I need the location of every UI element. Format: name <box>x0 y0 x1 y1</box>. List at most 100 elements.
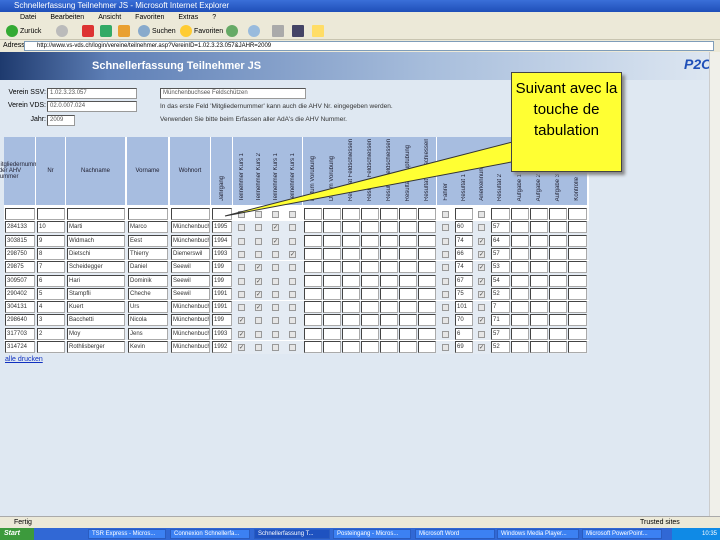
table-cell-input[interactable]: 52 <box>491 341 510 353</box>
table-cell-input[interactable]: 6 <box>455 327 473 340</box>
table-checkbox[interactable] <box>272 344 279 351</box>
table-checkbox[interactable] <box>478 224 485 232</box>
table-cell-input[interactable] <box>380 234 398 247</box>
table-cell-input[interactable] <box>418 314 436 327</box>
table-cell-input[interactable]: 284133 <box>5 221 35 234</box>
table-cell-input[interactable] <box>304 327 322 340</box>
table-cell-input[interactable] <box>549 208 567 220</box>
table-checkbox[interactable]: ✓ <box>238 330 245 338</box>
table-cell-input[interactable] <box>342 341 360 353</box>
table-cell-input[interactable] <box>530 301 548 314</box>
address-input[interactable]: http://www.vs-vds.ch/login/vereine/teiln… <box>24 41 714 51</box>
table-checkbox[interactable] <box>238 304 245 312</box>
table-checkbox[interactable]: ✓ <box>289 250 296 258</box>
table-cell-input[interactable] <box>304 314 322 327</box>
forward-button[interactable] <box>56 25 68 38</box>
table-cell-input[interactable]: 75 <box>455 287 473 300</box>
table-cell-input[interactable] <box>342 247 360 260</box>
table-cell-input[interactable] <box>568 327 587 340</box>
table-cell-input[interactable]: Moy <box>67 327 125 340</box>
table-cell-input[interactable] <box>568 314 587 327</box>
table-checkbox[interactable] <box>478 304 485 312</box>
menu-file[interactable]: Datei <box>20 14 36 21</box>
table-cell-input[interactable]: 7 <box>37 261 65 274</box>
table-cell-input[interactable] <box>361 208 379 220</box>
table-cell-input[interactable] <box>212 208 232 220</box>
table-cell-input[interactable]: Münchenbuchsee <box>171 221 210 234</box>
table-cell-input[interactable]: Marco <box>128 221 168 234</box>
table-cell-input[interactable] <box>323 274 341 287</box>
table-cell-input[interactable]: 1994 <box>212 234 232 247</box>
table-cell-input[interactable]: 317703 <box>5 327 35 340</box>
table-cell-input[interactable] <box>380 287 398 300</box>
table-cell-input[interactable]: 57 <box>491 221 510 234</box>
table-cell-input[interactable]: 101 <box>455 301 473 314</box>
menu-edit[interactable]: Bearbeiten <box>50 14 84 21</box>
table-cell-input[interactable] <box>568 247 587 260</box>
table-cell-input[interactable] <box>361 287 379 300</box>
table-cell-input[interactable] <box>380 301 398 314</box>
table-checkbox[interactable] <box>478 330 485 338</box>
menu-help[interactable]: ? <box>212 14 216 21</box>
table-cell-input[interactable]: Jens <box>128 327 168 340</box>
table-cell-input[interactable]: 1991 <box>212 301 232 314</box>
table-cell-input[interactable] <box>304 261 322 274</box>
edit-button[interactable] <box>292 25 304 38</box>
table-checkbox[interactable] <box>272 304 279 312</box>
table-cell-input[interactable]: Nicola <box>128 314 168 327</box>
table-cell-input[interactable] <box>530 327 548 340</box>
table-cell-input[interactable] <box>549 341 567 353</box>
home-button[interactable] <box>118 25 130 38</box>
table-cell-input[interactable] <box>549 234 567 247</box>
table-cell-input[interactable]: Münchenbuchsee <box>171 301 210 314</box>
table-cell-input[interactable] <box>380 274 398 287</box>
taskbar-item[interactable]: Connexion Schnellerfa... <box>170 529 250 539</box>
table-cell-input[interactable] <box>511 274 529 287</box>
table-cell-input[interactable]: 29875 <box>5 261 35 274</box>
table-cell-input[interactable]: Hari <box>67 274 125 287</box>
table-cell-input[interactable] <box>304 208 322 220</box>
table-checkbox[interactable] <box>442 317 449 325</box>
table-cell-input[interactable] <box>418 208 436 220</box>
table-cell-input[interactable]: Seewil <box>171 261 210 274</box>
table-checkbox[interactable] <box>442 290 449 298</box>
table-checkbox[interactable] <box>289 290 296 298</box>
table-cell-input[interactable] <box>380 247 398 260</box>
table-cell-input[interactable] <box>342 287 360 300</box>
table-cell-input[interactable] <box>511 327 529 340</box>
table-cell-input[interactable]: Widmach <box>67 234 125 247</box>
table-checkbox[interactable]: ✓ <box>478 277 485 285</box>
table-cell-input[interactable] <box>67 208 125 220</box>
table-cell-input[interactable] <box>342 208 360 220</box>
table-cell-input[interactable] <box>549 247 567 260</box>
table-checkbox[interactable] <box>238 277 245 285</box>
table-checkbox[interactable] <box>238 290 245 298</box>
table-cell-input[interactable] <box>418 274 436 287</box>
print-all-link[interactable]: alle drucken <box>5 356 43 363</box>
table-cell-input[interactable]: 199 <box>212 274 232 287</box>
taskbar-item[interactable]: TSR Express - Micros... <box>88 529 166 539</box>
table-checkbox[interactable] <box>272 277 279 285</box>
table-cell-input[interactable] <box>380 341 398 353</box>
table-cell-input[interactable] <box>549 314 567 327</box>
table-cell-input[interactable]: 290402 <box>5 287 35 300</box>
table-checkbox[interactable] <box>272 317 279 325</box>
table-cell-input[interactable] <box>323 327 341 340</box>
table-cell-input[interactable] <box>399 234 417 247</box>
table-cell-input[interactable] <box>511 221 529 234</box>
table-cell-input[interactable]: Bacchetti <box>67 314 125 327</box>
table-cell-input[interactable] <box>549 221 567 234</box>
table-cell-input[interactable]: 57 <box>491 247 510 260</box>
table-cell-input[interactable]: 298640 <box>5 314 35 327</box>
table-checkbox[interactable] <box>289 224 296 232</box>
table-checkbox[interactable] <box>255 211 262 218</box>
table-cell-input[interactable] <box>323 208 341 220</box>
table-cell-input[interactable]: Scheidegger <box>67 261 125 274</box>
table-cell-input[interactable] <box>549 261 567 274</box>
table-checkbox[interactable] <box>442 264 449 272</box>
table-cell-input[interactable]: Thierry <box>128 247 168 260</box>
table-cell-input[interactable] <box>361 261 379 274</box>
table-cell-input[interactable]: Cheche <box>128 287 168 300</box>
table-cell-input[interactable] <box>323 247 341 260</box>
table-cell-input[interactable] <box>549 327 567 340</box>
